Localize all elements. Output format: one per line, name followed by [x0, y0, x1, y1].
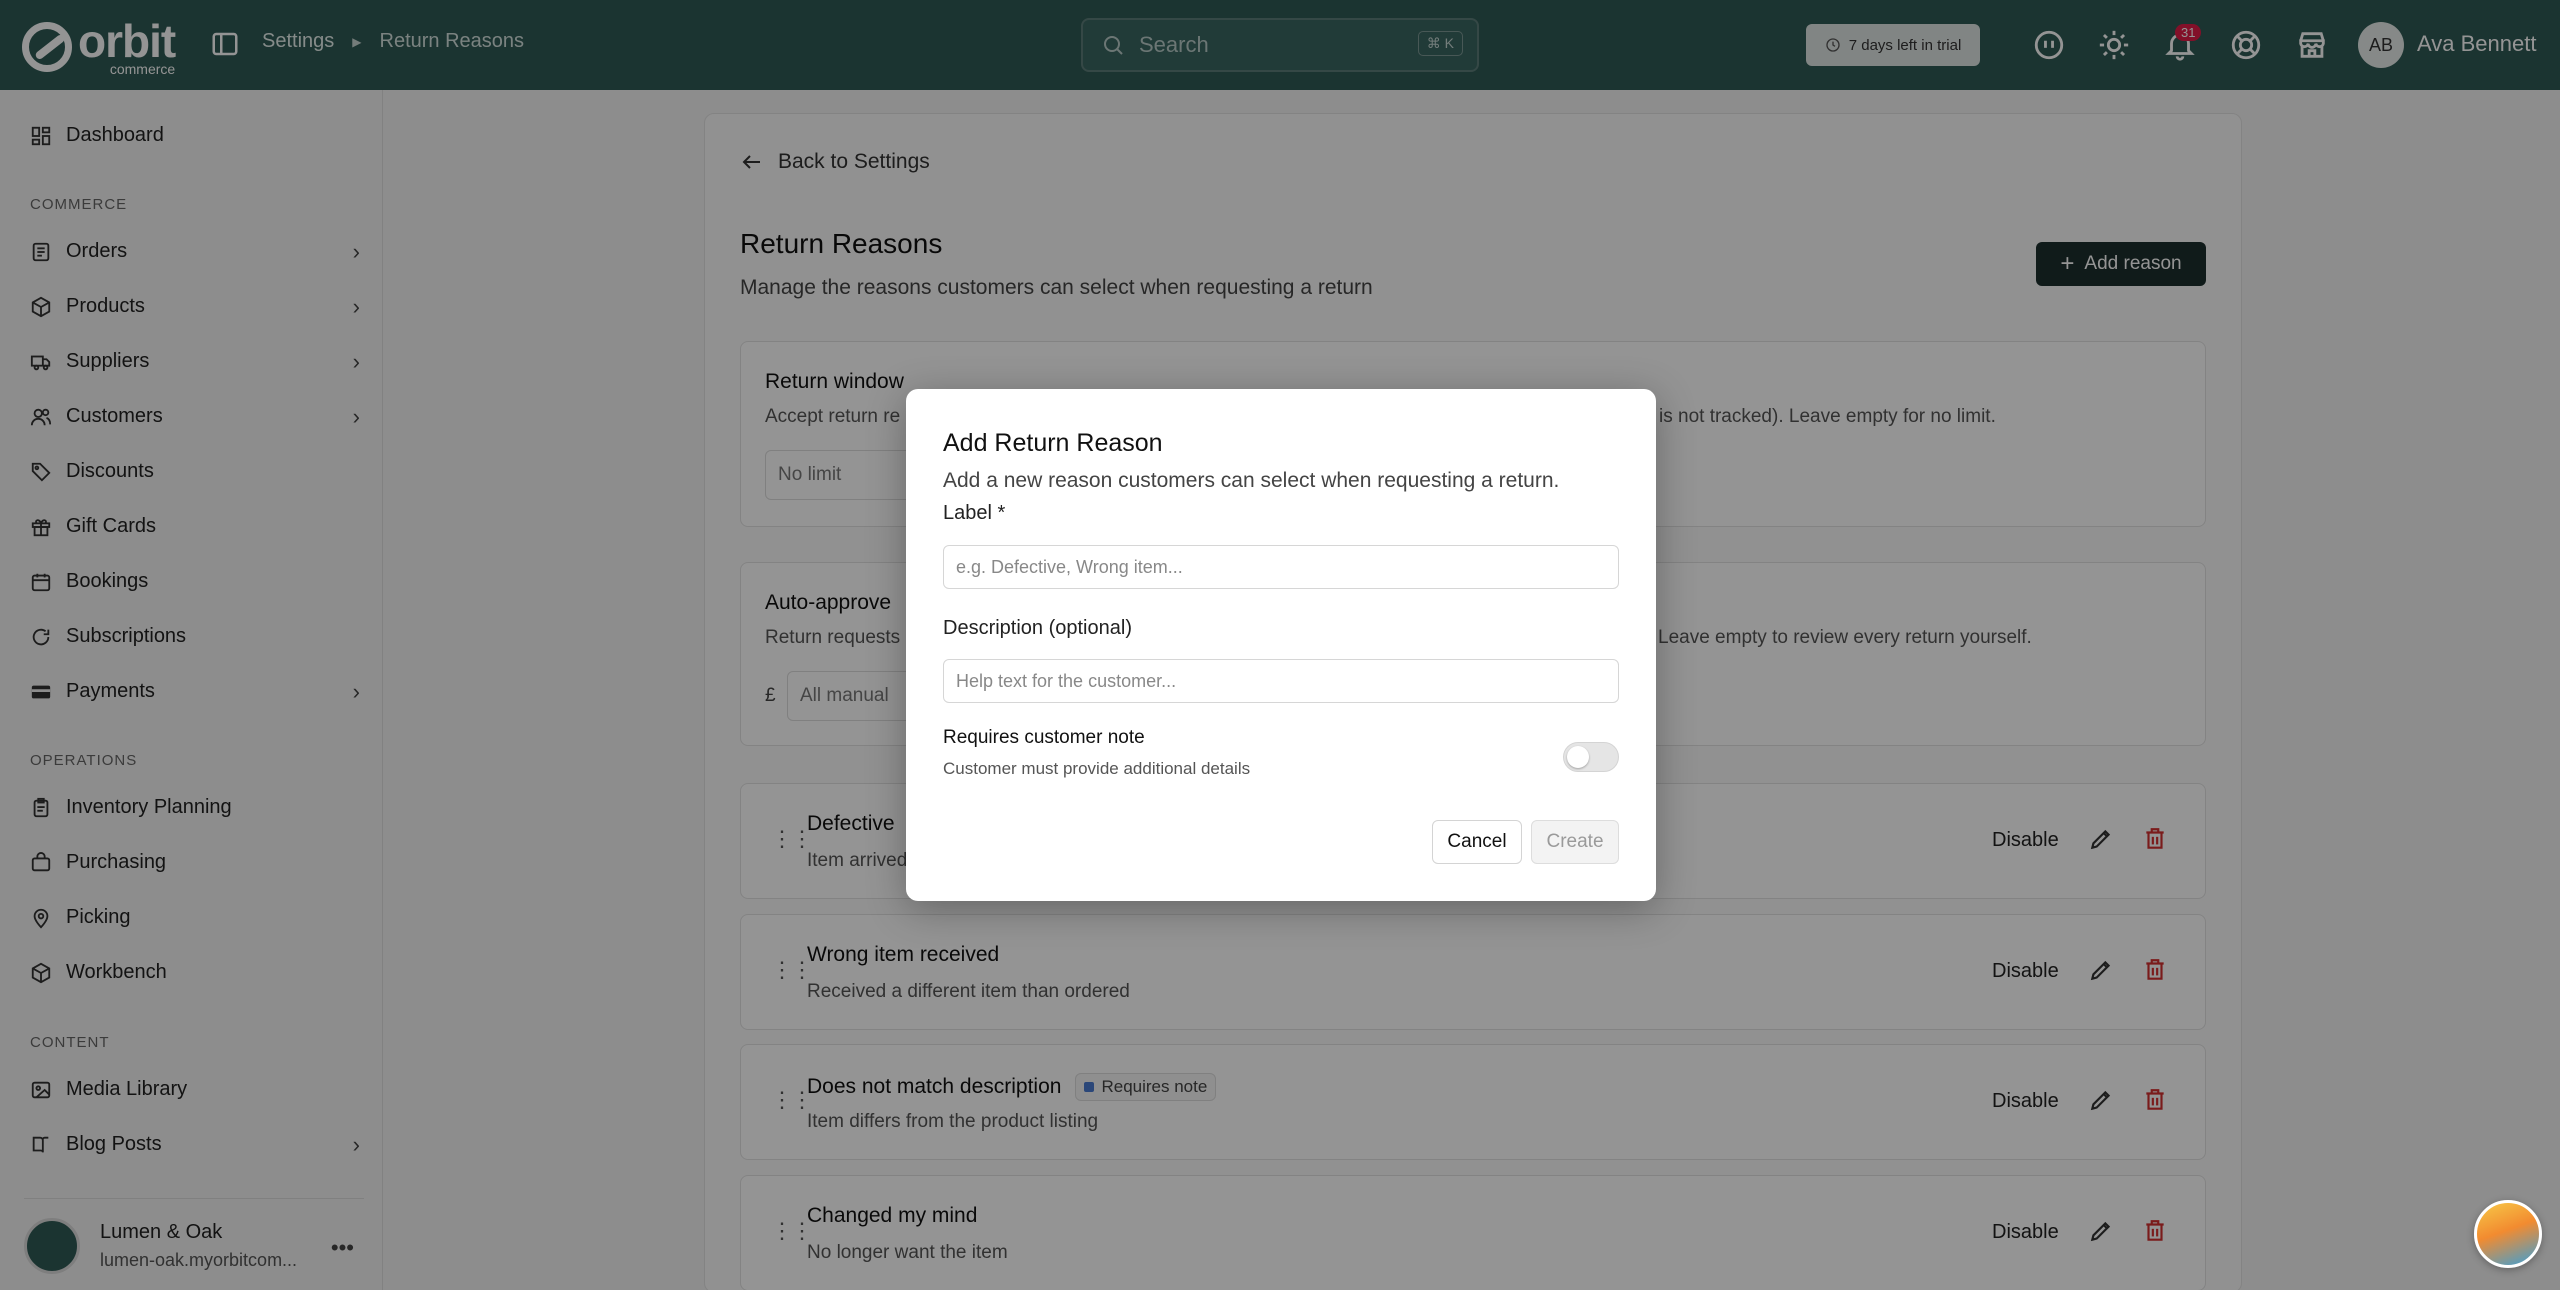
dialog-subtitle: Add a new reason customers can select wh…	[943, 469, 1560, 492]
requires-note-toggle[interactable]	[1563, 742, 1619, 772]
dialog-title: Add Return Reason	[943, 429, 1163, 457]
cancel-button[interactable]: Cancel	[1432, 820, 1522, 864]
description-field-label: Description (optional)	[943, 617, 1132, 639]
requires-note-help: Customer must provide additional details	[943, 759, 1251, 778]
label-input[interactable]	[943, 545, 1619, 589]
add-return-reason-dialog: Add Return Reason Add a new reason custo…	[906, 389, 1656, 901]
label-field-label: Label *	[943, 502, 1006, 524]
create-button[interactable]: Create	[1531, 820, 1619, 864]
toggle-knob	[1567, 746, 1589, 768]
help-widget-button[interactable]	[2474, 1200, 2542, 1268]
description-input[interactable]	[943, 659, 1619, 703]
requires-note-label: Requires customer note	[943, 727, 1145, 748]
